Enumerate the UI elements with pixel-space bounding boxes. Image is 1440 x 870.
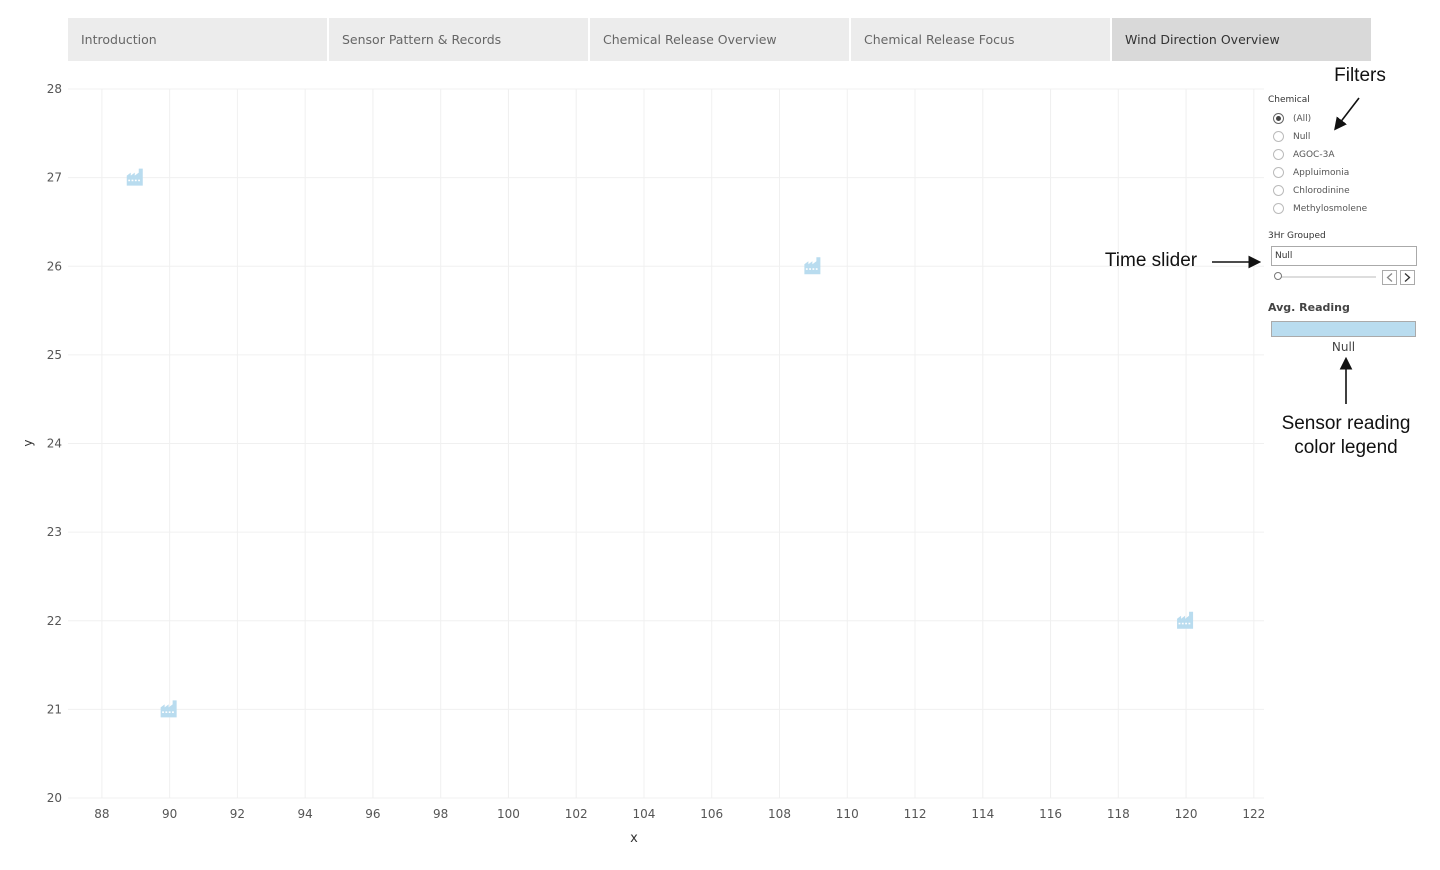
legend-color-bar xyxy=(1271,321,1416,337)
chemical-option[interactable]: AGOC-3A xyxy=(1273,149,1334,160)
x-tick-label: 90 xyxy=(162,807,177,821)
y-tick-label: 20 xyxy=(47,791,62,805)
y-tick-label: 26 xyxy=(47,259,62,273)
factory-window xyxy=(172,711,174,713)
factory-window xyxy=(131,179,134,182)
y-tick-label: 24 xyxy=(47,437,62,451)
x-tick-label: 98 xyxy=(433,807,448,821)
x-tick-label: 88 xyxy=(94,807,109,821)
chemical-option-label: Methylosmolene xyxy=(1293,203,1368,214)
factory-window xyxy=(1188,622,1191,625)
chemical-option[interactable]: (All) xyxy=(1273,113,1311,124)
chemical-option-label: AGOC-3A xyxy=(1293,149,1335,160)
x-tick-label: 100 xyxy=(497,807,520,821)
y-tick-label: 21 xyxy=(47,702,62,716)
x-tick-label: 96 xyxy=(365,807,380,821)
time-filter-dropdown[interactable]: Null xyxy=(1271,246,1417,266)
factory-shape xyxy=(1177,611,1194,629)
factory-shape xyxy=(804,257,821,275)
chevron-left-icon xyxy=(1386,273,1393,282)
y-axis-ticks: 20 21 22 23 24 25 26 27 28 xyxy=(47,82,62,805)
radio-button-icon[interactable] xyxy=(1273,203,1284,214)
chevron-right-icon xyxy=(1404,273,1411,282)
radio-button-icon[interactable] xyxy=(1273,185,1284,196)
x-tick-label: 106 xyxy=(700,807,723,821)
x-tick-label: 92 xyxy=(230,807,245,821)
chemical-option-label: Chlorodinine xyxy=(1293,185,1350,196)
chemical-option[interactable]: Methylosmolene xyxy=(1273,203,1367,214)
annotation-legend-line1: Sensor reading xyxy=(1281,413,1411,434)
x-tick-label: 118 xyxy=(1107,807,1130,821)
annotation-legend-line2: color legend xyxy=(1294,437,1398,458)
time-next-button[interactable] xyxy=(1400,270,1415,285)
annotation-filters: Filters xyxy=(1334,65,1386,86)
x-tick-label: 110 xyxy=(836,807,859,821)
y-tick-label: 23 xyxy=(47,525,62,539)
radio-button-icon[interactable] xyxy=(1273,149,1284,160)
factory-window xyxy=(138,179,140,182)
factory-window xyxy=(134,179,137,182)
annotation-time-slider: Time slider xyxy=(1104,250,1198,271)
chemical-option-label: Null xyxy=(1293,131,1311,142)
factory-window xyxy=(805,268,808,270)
factory-icon xyxy=(160,700,177,718)
radio-button-icon[interactable] xyxy=(1273,131,1284,142)
factory-window xyxy=(165,711,168,713)
x-tick-label: 94 xyxy=(298,807,313,821)
chemical-option[interactable]: Chlorodinine xyxy=(1273,185,1350,196)
factory-location-chart: 88 90 92 94 96 98 100 102 104 106 108 110 112 114 116 1… xyxy=(21,82,1265,846)
factory-window xyxy=(812,268,815,270)
time-previous-button[interactable] xyxy=(1382,270,1397,285)
y-tick-label: 28 xyxy=(47,82,62,96)
factory-window xyxy=(809,268,811,270)
y-tick-label: 22 xyxy=(47,614,62,628)
chemical-option-label: (All) xyxy=(1293,113,1312,124)
y-tick-label: 27 xyxy=(47,171,62,185)
factory-window xyxy=(162,711,164,713)
factory-window xyxy=(1178,622,1181,625)
chemical-option[interactable]: Null xyxy=(1273,131,1310,142)
time-slider-track[interactable] xyxy=(1278,276,1376,278)
x-tick-label: 112 xyxy=(904,807,927,821)
factory-shape xyxy=(160,700,177,718)
factory-icon xyxy=(126,168,143,186)
factory-shape xyxy=(126,168,143,186)
x-tick-label: 114 xyxy=(971,807,994,821)
factory-window xyxy=(168,711,171,713)
factory-window xyxy=(1181,622,1184,625)
time-slider-thumb[interactable] xyxy=(1274,272,1282,280)
x-tick-label: 120 xyxy=(1175,807,1198,821)
x-tick-label: 104 xyxy=(633,807,656,821)
radio-button-icon[interactable] xyxy=(1273,113,1284,124)
factory-window xyxy=(128,179,131,182)
chemical-filter-title: Chemical xyxy=(1268,95,1310,105)
x-tick-label: 116 xyxy=(1039,807,1062,821)
legend-value: Null xyxy=(1331,340,1356,354)
legend-title: Avg. Reading xyxy=(1268,301,1350,314)
factory-window xyxy=(815,268,818,270)
x-tick-label: 122 xyxy=(1242,807,1265,821)
x-tick-label: 108 xyxy=(768,807,791,821)
radio-button-icon[interactable] xyxy=(1273,167,1284,178)
x-axis-label: x xyxy=(630,831,638,846)
factory-icon xyxy=(1177,611,1194,629)
factory-window xyxy=(1185,622,1187,625)
y-tick-label: 25 xyxy=(47,348,62,362)
chemical-option-label: Appluimonia xyxy=(1293,167,1350,178)
chart-grid xyxy=(68,88,1264,799)
time-filter-title: 3Hr Grouped xyxy=(1268,231,1326,241)
x-axis-ticks: 88 90 92 94 96 98 100 102 104 106 108 110 112 114 116 1… xyxy=(94,807,1265,821)
chemical-option[interactable]: Appluimonia xyxy=(1273,167,1349,178)
y-axis-label: y xyxy=(21,439,35,446)
factory-icon xyxy=(804,257,821,275)
x-tick-label: 102 xyxy=(565,807,588,821)
